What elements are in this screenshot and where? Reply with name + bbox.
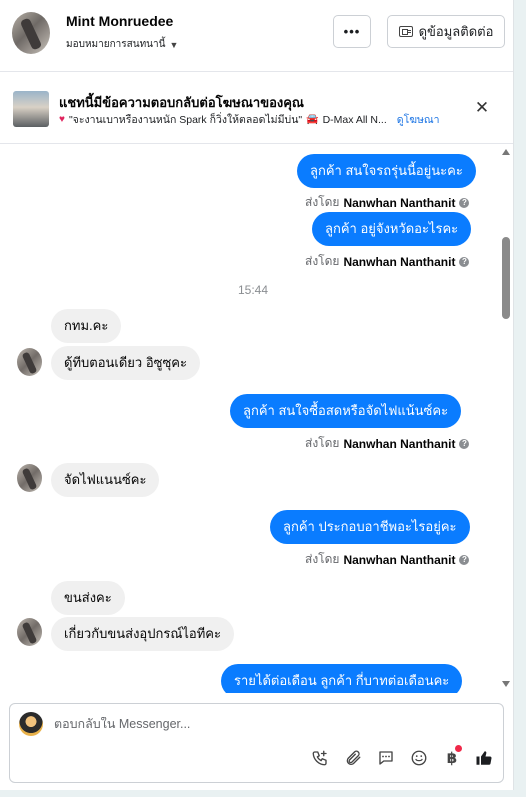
view-contact-info-label: ดูข้อมูลติดต่อ: [418, 24, 494, 39]
help-icon[interactable]: ?: [459, 554, 470, 565]
contact-avatar-small: [17, 618, 42, 646]
sender-name: Nanwhan Nanthanit: [343, 254, 456, 269]
message-incoming[interactable]: เกี่ยวกับขนส่งอุปกรณ์ไอทีคะ: [51, 617, 234, 651]
contact-card-icon: [398, 26, 413, 37]
contact-avatar-small: [17, 464, 42, 492]
contact-name[interactable]: Mint Monruedee: [66, 13, 173, 29]
sent-by-prefix: ส่งโดย: [305, 254, 340, 268]
phone-plus-icon[interactable]: [310, 748, 330, 768]
car-icon: 🚘: [306, 114, 319, 125]
message-outgoing[interactable]: ลูกค้า ประกอบอาชีพอะไรอยู่คะ: [270, 510, 470, 544]
notification-dot: [455, 745, 462, 752]
ad-banner-details: ♥ "จะงานเบาหรืองานหนัก Spark ก็วิ่งให้ตล…: [59, 111, 440, 128]
ad-banner-title: แชทนี้มีข้อความตอบกลับต่อโฆษณาของคุณ: [59, 95, 304, 110]
sender-name: Nanwhan Nanthanit: [343, 195, 456, 210]
baht-icon[interactable]: ฿: [442, 745, 462, 768]
sender-name: Nanwhan Nanthanit: [343, 552, 456, 567]
view-contact-info-button[interactable]: ดูข้อมูลติดต่อ: [387, 15, 505, 48]
ad-quote: "จะงานเบาหรืองานหนัก Spark ก็วิ่งให้ตลอด…: [68, 114, 303, 126]
message-outgoing[interactable]: ลูกค้า สนใจรถรุ่นนี้อยู่นะคะ: [297, 154, 476, 188]
message-incoming[interactable]: ดู้ทีบตอนเดียว อิซูซุคะ: [51, 346, 200, 380]
sent-by-label: ส่งโดย Nanwhan Nanthanit ?: [305, 434, 470, 453]
ad-reply-banner: แชทนี้มีข้อความตอบกลับต่อโฆษณาของคุณ ♥ "…: [0, 72, 513, 144]
more-icon: •••: [343, 24, 361, 39]
reply-input[interactable]: [54, 717, 454, 731]
scroll-down-arrow-icon[interactable]: [502, 681, 510, 687]
sent-by-prefix: ส่งโดย: [305, 436, 340, 450]
close-icon[interactable]: ✕: [472, 98, 492, 118]
sent-by-label: ส่งโดย Nanwhan Nanthanit ?: [305, 252, 470, 271]
contact-avatar-small: [17, 348, 42, 376]
timestamp: 15:44: [238, 283, 269, 297]
sent-by-label: ส่งโดย Nanwhan Nanthanit ?: [305, 550, 470, 569]
assign-label: มอบหมายการสนทนานี้: [66, 39, 166, 50]
message-incoming[interactable]: ขนส่งคะ: [51, 581, 125, 615]
ad-product: D-Max All N...: [322, 113, 387, 126]
sender-name: Nanwhan Nanthanit: [343, 436, 456, 451]
page-avatar: [19, 712, 43, 736]
scrollbar-thumb[interactable]: [502, 237, 510, 319]
message-scrollbar[interactable]: [500, 145, 512, 693]
paperclip-icon[interactable]: [343, 748, 363, 768]
conversation-header: Mint Monruedee มอบหมายการสนทนานี้ ▼ ••• …: [0, 0, 513, 72]
more-options-button[interactable]: •••: [333, 15, 371, 48]
heart-icon: ♥: [59, 114, 65, 125]
thumbs-up-icon[interactable]: [474, 748, 494, 768]
view-ad-link[interactable]: ดูโฆษณา: [397, 111, 440, 128]
baht-symbol: ฿: [446, 750, 458, 767]
message-outgoing[interactable]: รายได้ต่อเดือน ลูกค้า กี่บาทต่อเดือนคะ: [221, 664, 463, 693]
sent-by-label: ส่งโดย Nanwhan Nanthanit ?: [305, 193, 470, 212]
help-icon[interactable]: ?: [459, 256, 470, 267]
scroll-up-arrow-icon[interactable]: [502, 149, 510, 155]
sent-by-prefix: ส่งโดย: [305, 195, 340, 209]
help-icon[interactable]: ?: [459, 197, 470, 208]
caret-down-icon: ▼: [169, 39, 179, 50]
sent-by-prefix: ส่งโดย: [305, 552, 340, 566]
ad-thumbnail[interactable]: [13, 91, 49, 127]
chat-bubble-icon[interactable]: [376, 748, 396, 768]
contact-avatar[interactable]: [12, 12, 50, 54]
message-outgoing[interactable]: ลูกค้า สนใจซื้อสดหรือจัดไฟแน้นซ์คะ: [230, 394, 462, 428]
help-icon[interactable]: ?: [459, 438, 470, 449]
message-outgoing[interactable]: ลูกค้า อยู่จังหวัดอะไรคะ: [312, 212, 472, 246]
reply-composer: ฿: [9, 703, 504, 783]
message-incoming[interactable]: จัดไฟแนนซ์คะ: [51, 463, 160, 497]
smiley-icon[interactable]: [409, 748, 429, 768]
conversation-panel: Mint Monruedee มอบหมายการสนทนานี้ ▼ ••• …: [0, 0, 514, 790]
message-thread: ลูกค้า สนใจรถรุ่นนี้อยู่นะคะ ส่งโดย Nanw…: [0, 145, 513, 693]
message-incoming[interactable]: กทม.คะ: [51, 309, 122, 343]
assign-conversation-dropdown[interactable]: มอบหมายการสนทนานี้ ▼: [66, 37, 178, 52]
